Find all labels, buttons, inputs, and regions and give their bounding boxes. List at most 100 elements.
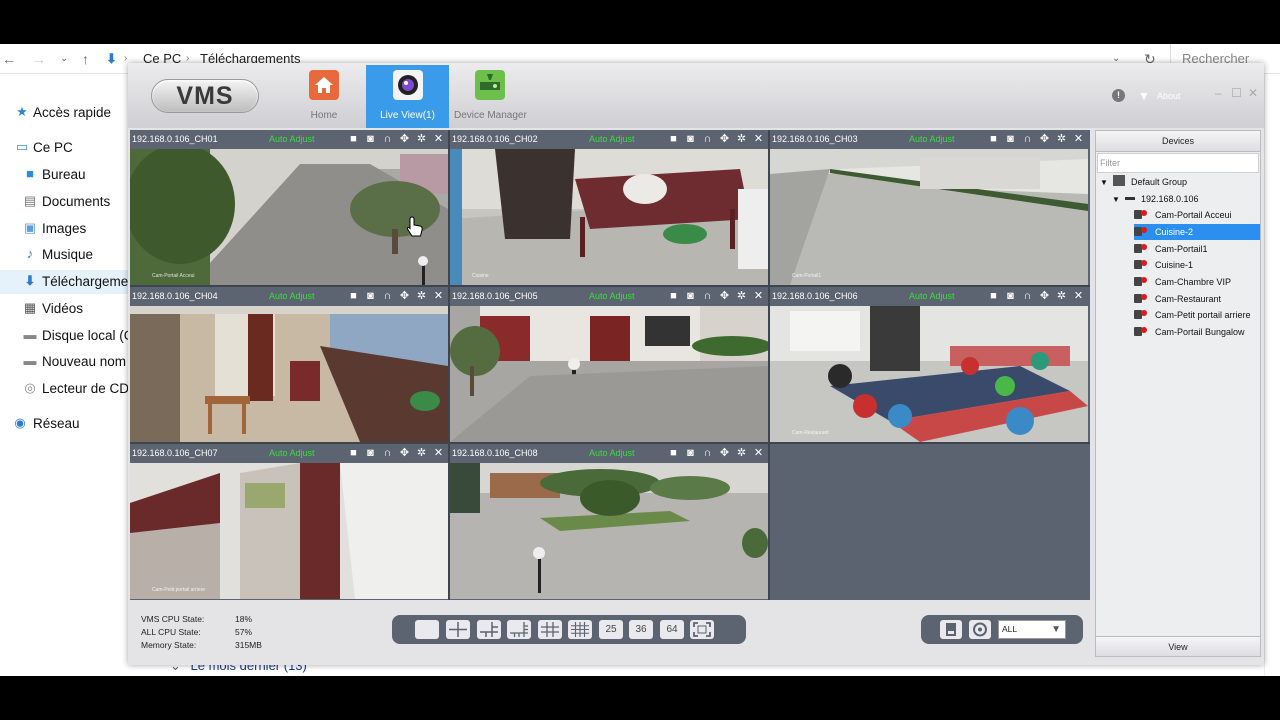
fullscreen-button[interactable] xyxy=(690,620,714,639)
record-icon[interactable]: ■ xyxy=(346,289,361,304)
tree-camera[interactable]: Cam-Portail Bungalow xyxy=(1134,324,1260,340)
record-icon[interactable]: ■ xyxy=(346,132,361,147)
tree-camera[interactable]: Cam-Portail1 xyxy=(1134,241,1260,257)
ptz-icon[interactable]: ✥ xyxy=(397,132,412,147)
shirt-icon[interactable]: ▼ xyxy=(1138,89,1150,103)
sidebar-item-documents[interactable]: ▤ Documents xyxy=(0,190,130,214)
ptz-icon[interactable]: ✥ xyxy=(397,446,412,461)
layout-1-button[interactable] xyxy=(415,620,439,639)
device-filter-input[interactable]: Filter xyxy=(1097,153,1259,173)
layout-16-button[interactable] xyxy=(568,620,592,639)
layout-64-button[interactable]: 64 xyxy=(660,620,684,639)
sidebar-item-ce-pc[interactable]: ▭ Ce PC xyxy=(0,136,130,160)
ptz-icon[interactable]: ✥ xyxy=(1037,132,1052,147)
tree-camera[interactable]: Cam-Petit portail arriere xyxy=(1134,307,1260,323)
sidebar-item-bureau[interactable]: ■ Bureau xyxy=(0,163,130,187)
video-cell-ch01[interactable]: 192.168.0.106_CH01 Auto Adjust ■ ◙ ∩ ✥ ✲… xyxy=(130,130,448,285)
settings-icon[interactable]: ✲ xyxy=(734,132,749,147)
audio-icon[interactable]: ∩ xyxy=(700,132,715,147)
ptz-icon[interactable]: ✥ xyxy=(397,289,412,304)
settings-icon[interactable]: ✲ xyxy=(1054,289,1069,304)
video-cell-ch06[interactable]: 192.168.0.106_CH06 Auto Adjust ■ ◙ ∩ ✥ ✲… xyxy=(770,287,1088,442)
auto-adjust-button[interactable]: Auto Adjust xyxy=(589,448,635,458)
ptz-icon[interactable]: ✥ xyxy=(717,289,732,304)
snapshot-icon[interactable]: ◙ xyxy=(363,446,378,461)
recent-chevron-icon[interactable]: ⌄ xyxy=(60,53,68,64)
record-icon[interactable]: ■ xyxy=(666,446,681,461)
record-icon[interactable]: ■ xyxy=(666,289,681,304)
close-icon[interactable]: ✕ xyxy=(431,289,446,304)
settings-icon[interactable]: ✲ xyxy=(734,289,749,304)
up-arrow-icon[interactable]: ↑ xyxy=(82,51,89,67)
stream-filter-select[interactable]: ALL ▼ xyxy=(998,620,1066,639)
sidebar-item-telechargements[interactable]: ⬇ Téléchargemer xyxy=(0,270,130,294)
layout-8-button[interactable] xyxy=(507,620,531,639)
tree-camera[interactable]: Cuisine-1 xyxy=(1134,257,1260,273)
sidebar-item-reseau[interactable]: ◉ Réseau xyxy=(0,412,130,436)
maximize-icon[interactable]: ☐ xyxy=(1231,86,1242,100)
about-button[interactable]: About xyxy=(1157,91,1181,101)
audio-icon[interactable]: ∩ xyxy=(1020,132,1035,147)
auto-adjust-button[interactable]: Auto Adjust xyxy=(269,448,315,458)
ptz-icon[interactable]: ✥ xyxy=(717,446,732,461)
ptz-icon[interactable]: ✥ xyxy=(1037,289,1052,304)
device-manager-button[interactable]: Device Manager xyxy=(454,65,527,128)
settings-icon[interactable]: ✲ xyxy=(414,132,429,147)
snapshot-icon[interactable]: ◙ xyxy=(1003,132,1018,147)
layout-9-button[interactable] xyxy=(538,620,562,639)
settings-icon[interactable]: ✲ xyxy=(414,446,429,461)
record-icon[interactable]: ■ xyxy=(986,132,1001,147)
video-cell-ch08[interactable]: 192.168.0.106_CH08 Auto Adjust ■ ◙ ∩ ✥ ✲… xyxy=(450,444,768,599)
video-cell-ch02[interactable]: 192.168.0.106_CH02 Auto Adjust ■ ◙ ∩ ✥ ✲… xyxy=(450,130,768,285)
cycle-button[interactable] xyxy=(969,620,991,639)
snapshot-icon[interactable]: ◙ xyxy=(1003,289,1018,304)
sidebar-item-nouveau-nom[interactable]: ▬ Nouveau nom xyxy=(0,350,130,374)
snapshot-icon[interactable]: ◙ xyxy=(363,132,378,147)
settings-icon[interactable]: ✲ xyxy=(734,446,749,461)
live-view-button[interactable]: Live View(1) xyxy=(366,65,449,128)
record-icon[interactable]: ■ xyxy=(986,289,1001,304)
auto-adjust-button[interactable]: Auto Adjust xyxy=(269,291,315,301)
audio-icon[interactable]: ∩ xyxy=(380,446,395,461)
tree-group-default[interactable]: ▼ Default Group xyxy=(1100,174,1258,190)
video-cell-empty[interactable] xyxy=(770,444,1088,599)
settings-icon[interactable]: ✲ xyxy=(1054,132,1069,147)
layout-4-button[interactable] xyxy=(446,620,470,639)
record-icon[interactable]: ■ xyxy=(666,132,681,147)
sidebar-item-acces-rapide[interactable]: ★ Accès rapide xyxy=(0,101,130,125)
auto-adjust-button[interactable]: Auto Adjust xyxy=(589,291,635,301)
collapse-icon[interactable]: ▼ xyxy=(1112,195,1120,204)
auto-adjust-button[interactable]: Auto Adjust xyxy=(909,291,955,301)
auto-adjust-button[interactable]: Auto Adjust xyxy=(589,134,635,144)
audio-icon[interactable]: ∩ xyxy=(1020,289,1035,304)
video-cell-ch07[interactable]: 192.168.0.106_CH07 Auto Adjust ■ ◙ ∩ ✥ ✲… xyxy=(130,444,448,599)
audio-icon[interactable]: ∩ xyxy=(700,446,715,461)
tree-camera[interactable]: Cam-Restaurant xyxy=(1134,291,1260,307)
view-button[interactable]: View xyxy=(1096,636,1260,656)
sidebar-item-videos[interactable]: ▦ Vidéos xyxy=(0,297,130,321)
sidebar-item-lecteur-cd[interactable]: ◎ Lecteur de CD xyxy=(0,377,130,401)
forward-arrow-icon[interactable]: → xyxy=(32,51,46,67)
audio-icon[interactable]: ∩ xyxy=(380,289,395,304)
snapshot-icon[interactable]: ◙ xyxy=(683,289,698,304)
close-icon[interactable]: ✕ xyxy=(751,446,766,461)
close-icon[interactable]: ✕ xyxy=(1071,289,1086,304)
close-icon[interactable]: ✕ xyxy=(751,289,766,304)
video-cell-ch04[interactable]: 192.168.0.106_CH04 Auto Adjust ■ ◙ ∩ ✥ ✲… xyxy=(130,287,448,442)
auto-adjust-button[interactable]: Auto Adjust xyxy=(269,134,315,144)
close-icon[interactable]: ✕ xyxy=(431,446,446,461)
sidebar-item-musique[interactable]: ♪ Musique xyxy=(0,243,130,267)
tree-camera[interactable]: Cam-Portail Acceui xyxy=(1134,207,1260,223)
layout-6-button[interactable] xyxy=(477,620,501,639)
sidebar-item-images[interactable]: ▣ Images xyxy=(0,217,130,241)
audio-icon[interactable]: ∩ xyxy=(380,132,395,147)
tree-camera[interactable]: Cam-Chambre VIP xyxy=(1134,274,1260,290)
close-icon[interactable]: ✕ xyxy=(751,132,766,147)
back-arrow-icon[interactable]: ← xyxy=(2,51,16,67)
sidebar-item-disque-local[interactable]: ▬ Disque local (C xyxy=(0,324,131,348)
close-icon[interactable]: ✕ xyxy=(1071,132,1086,147)
ptz-icon[interactable]: ✥ xyxy=(717,132,732,147)
tree-camera-selected[interactable]: Cuisine-2 xyxy=(1134,224,1260,240)
settings-icon[interactable]: ✲ xyxy=(414,289,429,304)
collapse-icon[interactable]: ▼ xyxy=(1100,178,1108,187)
